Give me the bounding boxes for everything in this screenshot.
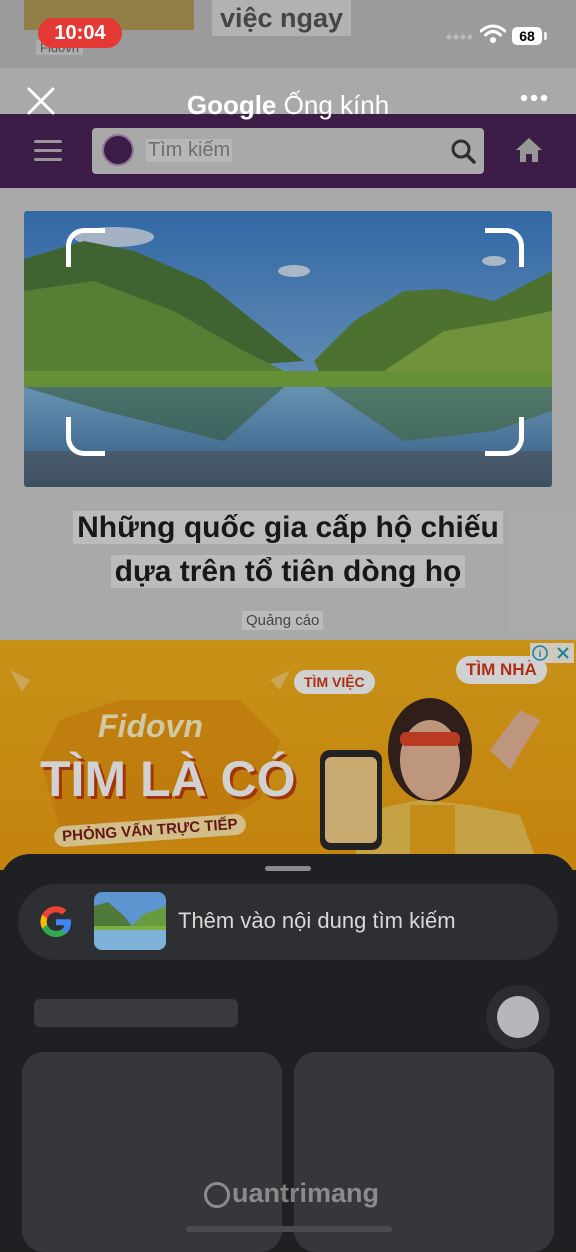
thumbnail-landscape	[94, 892, 166, 950]
sheet-drag-handle[interactable]	[265, 866, 311, 871]
lens-title: Google Ống kính	[0, 90, 576, 121]
selection-corner-bottom-right[interactable]	[485, 417, 524, 456]
loading-placeholder-line	[34, 999, 238, 1027]
loading-result-card	[22, 1052, 282, 1252]
selection-corner-top-right[interactable]	[485, 228, 524, 267]
lens-title-text: Ống kính	[283, 90, 390, 120]
battery-tip	[544, 32, 547, 40]
battery-indicator: 68	[512, 27, 542, 45]
selection-corner-top-left[interactable]	[66, 228, 105, 267]
status-time: 10:04	[38, 18, 122, 48]
selected-image-thumbnail[interactable]	[94, 892, 166, 950]
signal-icon	[446, 34, 472, 40]
lens-selection-frame[interactable]	[66, 228, 524, 456]
shutter-toggle-knob	[497, 996, 539, 1038]
home-indicator[interactable]	[186, 1226, 392, 1232]
watermark-text: uantrimang	[232, 1178, 380, 1208]
selection-corner-bottom-left[interactable]	[66, 417, 105, 456]
more-options-icon[interactable]	[520, 94, 548, 102]
add-to-search-text: Thêm vào nội dung tìm kiếm	[178, 908, 456, 933]
watermark-logo-icon	[204, 1181, 230, 1208]
site-watermark: uantrimang	[204, 1178, 379, 1209]
google-g-icon	[40, 906, 71, 937]
loading-result-card	[294, 1052, 554, 1252]
google-wordmark: Google	[186, 90, 277, 120]
wifi-icon	[480, 24, 506, 43]
